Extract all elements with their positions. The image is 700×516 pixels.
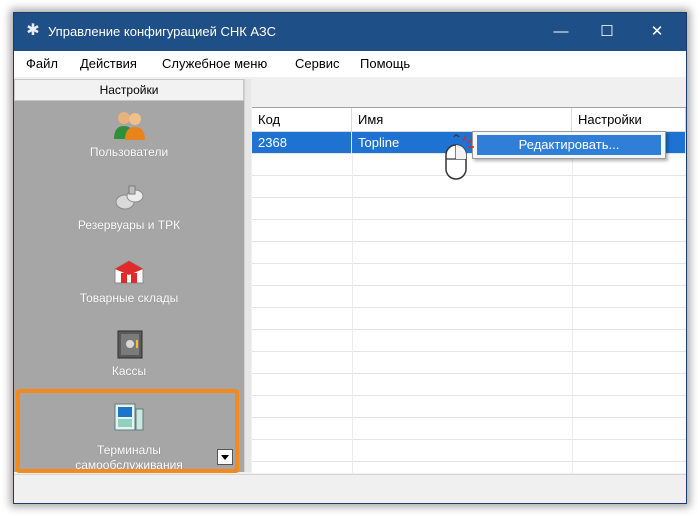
sidebar-item-label: Пользователи (89, 145, 169, 159)
context-menu-edit[interactable]: Редактировать... (477, 135, 661, 155)
close-button[interactable]: ✕ (634, 13, 680, 51)
sidebar-scroll-down-button[interactable] (217, 449, 233, 465)
users-icon (114, 112, 145, 140)
menu-bar: Файл Действия Служебное меню Сервис Помо… (14, 51, 686, 77)
empty-row (252, 374, 686, 396)
menu-help[interactable]: Помощь (360, 56, 410, 71)
highlight-annotation (16, 389, 239, 473)
column-gridline (352, 154, 353, 473)
sidebar-item-label: Товарные склады (79, 291, 179, 305)
empty-row (252, 308, 686, 330)
cell-code: 2368 (252, 132, 352, 154)
minimize-button[interactable]: — (538, 13, 584, 51)
sidebar-item-warehouses[interactable]: Товарные склады (14, 255, 244, 305)
warehouse-icon (114, 260, 144, 284)
tanks-icon (115, 185, 144, 210)
empty-row (252, 286, 686, 308)
column-header-code[interactable]: Код (252, 108, 352, 132)
empty-row (252, 330, 686, 352)
menu-tools[interactable]: Сервис (295, 56, 340, 71)
maximize-button[interactable]: ☐ (584, 13, 630, 51)
empty-row (252, 352, 686, 374)
column-header-settings[interactable]: Настройки (572, 108, 686, 132)
mouse-right-click-icon (445, 134, 474, 180)
column-gridline (572, 154, 573, 473)
empty-row (252, 220, 686, 242)
app-gear-icon: ✱ (26, 22, 40, 39)
sidebar-item-label: Резервуары и ТРК (77, 218, 181, 232)
sidebar-header[interactable]: Настройки (14, 79, 244, 101)
safe-icon (117, 330, 143, 359)
sidebar-item-tanks[interactable]: Резервуары и ТРК (14, 182, 244, 232)
empty-row (252, 264, 686, 286)
main-window: ✱ Управление конфигурацией СНК АЗС — ☐ ✕… (13, 12, 687, 504)
menu-service-menu[interactable]: Служебное меню (162, 56, 267, 71)
column-header-name[interactable]: Имя (352, 108, 572, 132)
sidebar-item-users[interactable]: Пользователи (14, 109, 244, 159)
menu-actions[interactable]: Действия (80, 56, 137, 71)
window-title: Управление конфигурацией СНК АЗС (48, 24, 277, 39)
title-bar: ✱ Управление конфигурацией СНК АЗС — ☐ ✕ (14, 13, 686, 51)
empty-row (252, 418, 686, 440)
splitter[interactable] (244, 79, 251, 472)
sidebar-item-cash-registers[interactable]: Кассы (14, 328, 244, 378)
context-menu: Редактировать... (472, 131, 666, 159)
empty-row (252, 242, 686, 264)
sidebar-item-label: Кассы (111, 364, 147, 378)
empty-row (252, 198, 686, 220)
status-bar (14, 474, 686, 503)
menu-file[interactable]: Файл (26, 56, 58, 71)
empty-row (252, 440, 686, 462)
empty-row (252, 396, 686, 418)
